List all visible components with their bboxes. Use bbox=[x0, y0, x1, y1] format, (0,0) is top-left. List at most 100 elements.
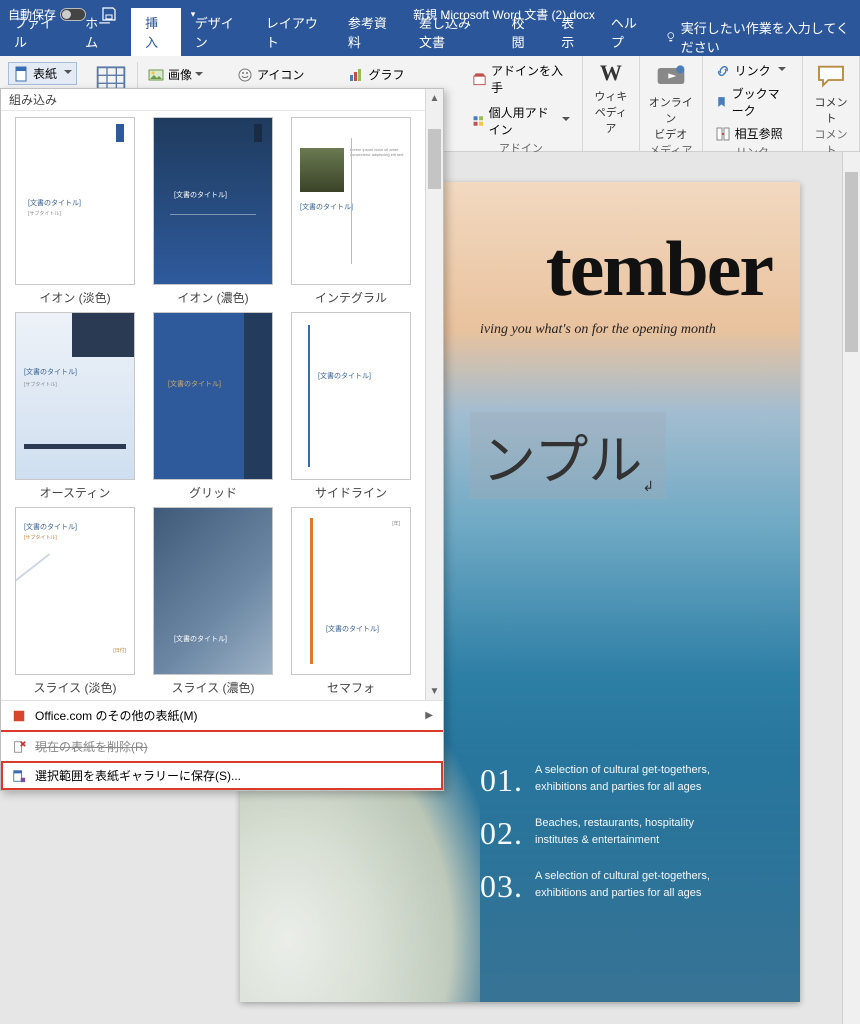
ribbon-tabs: ファイル ホーム 挿入 デザイン レイアウト 参考資料 差し込み文書 校閲 表示… bbox=[0, 28, 860, 56]
submenu-arrow-icon: ▶ bbox=[425, 710, 433, 721]
crossref-icon bbox=[715, 126, 731, 142]
comment-label: コメント bbox=[811, 94, 851, 126]
icons-button[interactable]: アイコン bbox=[233, 64, 308, 85]
gallery-scrollbar[interactable]: ▼ bbox=[425, 111, 443, 700]
get-addins-button[interactable]: アドインを入手 bbox=[468, 60, 574, 98]
images-label: 画像 bbox=[168, 66, 203, 83]
my-addins-button[interactable]: 個人用アドイン bbox=[468, 102, 574, 140]
vertical-scrollbar[interactable] bbox=[842, 152, 860, 1024]
autosave-toggle[interactable] bbox=[60, 8, 86, 21]
video-icon bbox=[655, 60, 687, 92]
tab-references[interactable]: 参考資料 bbox=[334, 8, 405, 56]
gallery-item-integral[interactable]: Lorem ipsum dolor sit amet consectetur a… bbox=[285, 117, 417, 306]
scroll-up-icon[interactable]: ▲ bbox=[426, 89, 443, 107]
tab-view[interactable]: 表示 bbox=[547, 8, 597, 56]
bookmark-icon bbox=[715, 94, 728, 110]
page-heading: tember bbox=[546, 224, 772, 314]
icons-icon bbox=[237, 67, 253, 83]
addins-icon bbox=[472, 113, 485, 129]
list-num: 01. bbox=[480, 762, 523, 799]
list-item: 01. A selection of cultural get-together… bbox=[480, 762, 710, 799]
chart-button[interactable]: グラフ bbox=[344, 64, 408, 85]
menu-save-to-gallery[interactable]: 選択範囲を表紙ギャラリーに保存(S)... bbox=[1, 761, 443, 790]
get-addins-label: アドインを入手 bbox=[491, 62, 570, 96]
gallery-item-grid[interactable]: [文書のタイトル] グリッド bbox=[147, 312, 279, 501]
sample-text-box[interactable]: ンプル↲ bbox=[470, 412, 666, 499]
chart-label: グラフ bbox=[368, 66, 404, 83]
sample-text: ンプル bbox=[482, 431, 642, 491]
gallery-caption: サイドライン bbox=[315, 484, 387, 501]
office-icon bbox=[11, 708, 27, 724]
list-item: 02. Beaches, restaurants, hospitalityins… bbox=[480, 815, 710, 852]
tell-me-placeholder: 実行したい作業を入力してください bbox=[681, 18, 852, 56]
wikipedia-label-2: ペディア bbox=[591, 104, 631, 136]
link-label: リンク bbox=[735, 62, 771, 79]
gallery-item-austin[interactable]: [文書のタイトル][サブタイトル] オースティン bbox=[9, 312, 141, 501]
ribbon-group-media: オンライン ビデオ メディア bbox=[640, 56, 703, 151]
ribbon-group-links: リンク ブックマーク 相互参照 リンク bbox=[703, 56, 803, 151]
tab-mailings[interactable]: 差し込み文書 bbox=[405, 8, 498, 56]
gallery-caption: スライス (淡色) bbox=[34, 679, 117, 696]
gallery-item-sideline[interactable]: [文書のタイトル] サイドライン bbox=[285, 312, 417, 501]
comment-button[interactable]: コメント bbox=[811, 60, 851, 126]
tab-review[interactable]: 校閲 bbox=[498, 8, 548, 56]
gallery-item-ion-dark[interactable]: [文書のタイトル] イオン (濃色) bbox=[147, 117, 279, 306]
gallery-caption: イオン (淡色) bbox=[39, 289, 110, 306]
gallery-item-ion-light[interactable]: [文書のタイトル][サブタイトル] イオン (淡色) bbox=[9, 117, 141, 306]
page-icon bbox=[13, 66, 29, 82]
gallery-caption: セマフォ bbox=[327, 679, 375, 696]
wikipedia-icon: W bbox=[600, 60, 622, 86]
tab-help[interactable]: ヘルプ bbox=[597, 8, 657, 56]
lightbulb-icon bbox=[665, 30, 677, 44]
ribbon-group-addins: アドインを入手 個人用アドイン アドイン bbox=[460, 56, 583, 151]
list-num: 02. bbox=[480, 815, 523, 852]
gallery-item-slice-dark[interactable]: [文書のタイトル] スライス (濃色) bbox=[147, 507, 279, 696]
gallery-grid: [文書のタイトル][サブタイトル] イオン (淡色) [文書のタイトル] イオン… bbox=[1, 111, 425, 700]
comment-icon bbox=[815, 60, 847, 92]
bookmark-button[interactable]: ブックマーク bbox=[711, 83, 794, 121]
gallery-item-slice-light[interactable]: [文書のタイトル][サブタイトル][日付] スライス (淡色) bbox=[9, 507, 141, 696]
gallery-caption: グリッド bbox=[189, 484, 237, 501]
cover-page-gallery: 組み込み ▲ [文書のタイトル][サブタイトル] イオン (淡色) [文書のタイ… bbox=[0, 88, 444, 791]
gallery-caption: オースティン bbox=[40, 484, 111, 501]
gallery-item-semaphore[interactable]: [文書のタイトル][年] セマフォ bbox=[285, 507, 417, 696]
page-subheading: iving you what's on for the opening mont… bbox=[480, 322, 716, 338]
save-to-gallery-icon bbox=[11, 768, 27, 784]
crossref-label: 相互参照 bbox=[735, 125, 783, 142]
link-icon bbox=[715, 63, 731, 79]
wikipedia-button[interactable]: W ウィキ ペディア bbox=[591, 60, 631, 136]
chart-icon bbox=[348, 67, 364, 83]
gallery-section-header: 組み込み bbox=[1, 89, 425, 111]
icons-label: アイコン bbox=[257, 66, 304, 83]
list-item: 03. A selection of cultural get-together… bbox=[480, 868, 710, 905]
online-video-button[interactable]: オンライン ビデオ bbox=[648, 60, 694, 142]
cover-page-label: 表紙 bbox=[33, 65, 57, 82]
ribbon-group-wikipedia: W ウィキ ペディア bbox=[583, 56, 640, 151]
images-button[interactable]: 画像 bbox=[144, 64, 207, 85]
store-icon bbox=[472, 71, 487, 87]
gallery-caption: イオン (濃色) bbox=[177, 289, 248, 306]
link-button[interactable]: リンク bbox=[711, 60, 790, 81]
wikipedia-label-1: ウィキ bbox=[594, 88, 627, 104]
scrollbar-thumb[interactable] bbox=[845, 172, 858, 352]
bookmark-label: ブックマーク bbox=[732, 85, 790, 119]
menu-more-from-office[interactable]: Office.com のその他の表紙(M) ▶ bbox=[1, 701, 443, 730]
gallery-caption: スライス (濃色) bbox=[172, 679, 255, 696]
menu-remove-label: 現在の表紙を削除(R) bbox=[35, 738, 148, 755]
remove-icon bbox=[11, 739, 27, 755]
gallery-bottom-menu: Office.com のその他の表紙(M) ▶ 現在の表紙を削除(R) 選択範囲… bbox=[1, 700, 443, 790]
tab-layout[interactable]: レイアウト bbox=[252, 8, 334, 56]
menu-save-label: 選択範囲を表紙ギャラリーに保存(S)... bbox=[35, 767, 241, 784]
tab-design[interactable]: デザイン bbox=[181, 8, 252, 56]
gallery-scrollbar-thumb[interactable] bbox=[428, 129, 441, 189]
list-num: 03. bbox=[480, 868, 523, 905]
menu-office-label: Office.com のその他の表紙(M) bbox=[35, 707, 197, 724]
tab-insert[interactable]: 挿入 bbox=[131, 8, 181, 56]
cover-page-button[interactable]: 表紙 bbox=[8, 62, 77, 85]
menu-remove-cover[interactable]: 現在の表紙を削除(R) bbox=[1, 730, 443, 761]
crossref-button[interactable]: 相互参照 bbox=[711, 123, 787, 144]
online-video-label-1: オンライン bbox=[648, 94, 694, 126]
scroll-down-icon[interactable]: ▼ bbox=[426, 682, 443, 700]
tell-me-box[interactable]: 実行したい作業を入力してください bbox=[657, 18, 860, 56]
images-icon bbox=[148, 67, 164, 83]
